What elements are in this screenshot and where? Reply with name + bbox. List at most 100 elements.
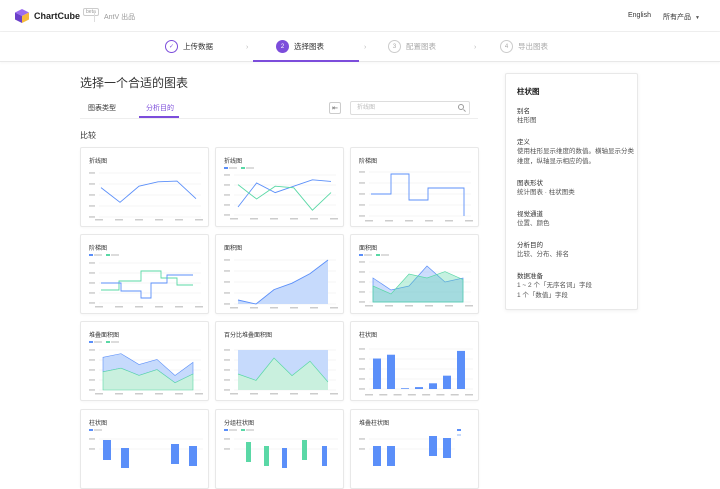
y-tick-label (89, 292, 95, 294)
legend-label (229, 167, 237, 169)
tick-label (290, 393, 298, 395)
tick-label (405, 305, 413, 307)
tick-label (425, 220, 433, 222)
tick-label (365, 305, 373, 307)
legend-label (94, 341, 102, 343)
legend-swatch (359, 254, 363, 256)
step-label: 选择图表 (294, 42, 324, 51)
search-input[interactable]: 折线图 (350, 101, 470, 115)
step-select-chart[interactable]: 2 选择图表 (276, 40, 324, 53)
tick-label (310, 218, 318, 220)
y-tick-label (224, 259, 230, 261)
chart-card-step[interactable]: 阶梯图 (350, 147, 479, 227)
y-tick-label (89, 369, 95, 371)
tab-chart-type[interactable]: 图表类型 (88, 103, 116, 113)
y-tick-label (89, 282, 95, 284)
step-label: 导出图表 (518, 42, 548, 51)
chart-card-line[interactable]: 折线图 (80, 147, 209, 227)
bar (264, 446, 269, 466)
bar (387, 354, 395, 389)
tick-label (270, 307, 278, 309)
step-upload[interactable]: ✓ 上传数据 (165, 40, 213, 53)
chart-card-area[interactable]: 面积图 (215, 234, 344, 314)
tick-label (310, 393, 318, 395)
chart-card-title: 柱状图 (89, 421, 108, 427)
y-tick-label (224, 281, 230, 283)
bar (373, 358, 381, 389)
tick-label (195, 393, 203, 395)
tick-label (290, 218, 298, 220)
y-tick-label (89, 438, 95, 440)
chart-card-stacked-area[interactable]: 堆叠面积图 (80, 321, 209, 401)
chart-card-multi-line[interactable]: 折线图 (215, 147, 344, 227)
chart-card-percent-area[interactable]: 百分比堆叠面积图 (215, 321, 344, 401)
shape-value: 统计图表 · 柱状图类 (517, 189, 575, 196)
legend-label (381, 254, 389, 256)
tick-label (465, 305, 473, 307)
chevron-right-icon: › (364, 44, 367, 51)
logo[interactable]: ChartCube beta (14, 8, 99, 24)
step-number: 4 (500, 40, 513, 53)
bar (415, 387, 423, 389)
chart-card-grouped-bar[interactable]: 柱状图 (80, 409, 209, 489)
y-tick-label (224, 184, 230, 186)
chart-card-multi-area[interactable]: 面积图 (350, 234, 479, 314)
tick-label (250, 218, 258, 220)
chart-info-panel: 柱状图 别名 柱形图 定义 使用柱形显示维度的数值。横轴显示分类维度，纵轴显示相… (505, 73, 638, 310)
y-tick-label (359, 281, 365, 283)
legend-label (111, 341, 119, 343)
chart-card-group-bar2[interactable]: 分组柱状图 (215, 409, 344, 489)
y-tick-label (224, 448, 230, 450)
tick-label (310, 307, 318, 309)
tick-label (115, 393, 123, 395)
tick-label (270, 393, 278, 395)
collapse-panel-button[interactable]: ⇤ (329, 102, 341, 114)
y-tick-label (359, 271, 365, 273)
y-tick-label (224, 174, 230, 176)
chart-card-title: 堆叠柱状图 (359, 421, 390, 427)
y-tick-label (224, 369, 230, 371)
series-line (101, 270, 193, 291)
step-number: 2 (276, 40, 289, 53)
legend-swatch (224, 167, 228, 169)
y-tick-label (224, 359, 230, 361)
tick-label (330, 218, 338, 220)
tick-label (270, 218, 278, 220)
bar (246, 442, 251, 462)
y-tick-label (224, 438, 230, 440)
legend-label (229, 429, 237, 431)
tick-label (365, 394, 373, 396)
y-tick-label (359, 291, 365, 293)
bar (443, 375, 451, 389)
language-switch[interactable]: English (628, 12, 651, 19)
y-tick-label (89, 183, 95, 185)
step-export[interactable]: 4 导出图表 (500, 40, 548, 53)
chart-card-title: 柱状图 (359, 333, 378, 339)
tick-label (95, 219, 103, 221)
antv-label: AntV 出品 (104, 14, 136, 21)
legend-label (364, 254, 372, 256)
step-configure[interactable]: 3 配置图表 (388, 40, 436, 53)
bar (401, 388, 409, 389)
y-tick-label (359, 204, 365, 206)
chart-card-title: 面积图 (224, 246, 243, 252)
chart-card-stacked-bar[interactable]: 堆叠柱状图 (350, 409, 479, 489)
products-label: 所有产品 (663, 14, 691, 21)
bar (103, 440, 111, 460)
chevron-right-icon: › (474, 44, 477, 51)
y-tick-label (224, 194, 230, 196)
tab-analysis-purpose[interactable]: 分析目的 (146, 103, 174, 113)
chart-card-multi-step[interactable]: 阶梯图 (80, 234, 209, 314)
legend-swatch (89, 429, 93, 431)
y-tick-label (89, 262, 95, 264)
section-title: 比较 (80, 131, 96, 140)
products-menu[interactable]: 所有产品 ▼ (663, 12, 700, 22)
y-tick-label (89, 194, 95, 196)
chart-card-bar[interactable]: 柱状图 (350, 321, 479, 401)
chart-card-title: 阶梯图 (89, 246, 108, 252)
tick-label (155, 306, 163, 308)
legend-label (246, 429, 254, 431)
bar (457, 350, 465, 389)
tick-label (250, 307, 258, 309)
header-divider (94, 10, 95, 22)
